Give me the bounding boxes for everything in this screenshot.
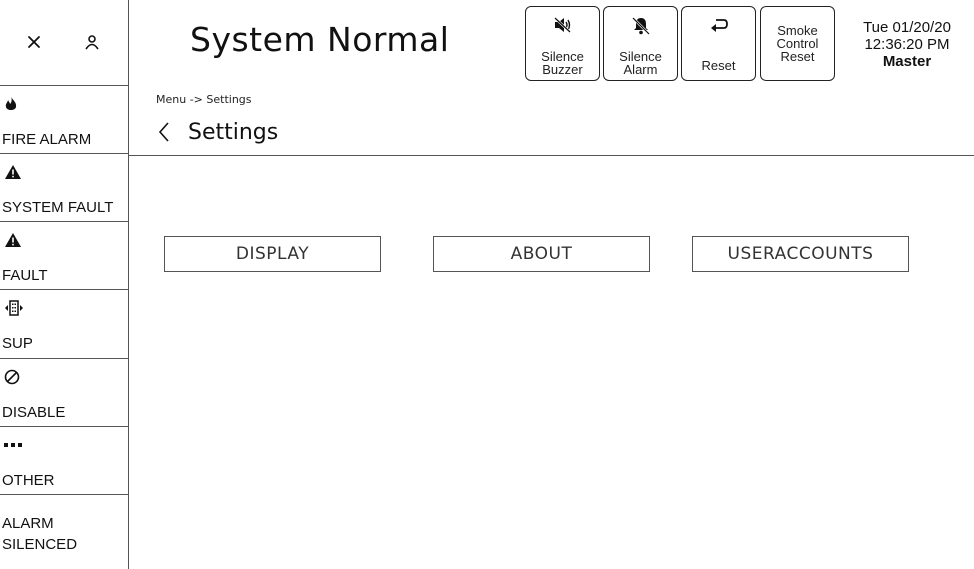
sidebar-item-label: FAULT: [2, 267, 48, 284]
sidebar-item-label: SYSTEM FAULT: [2, 199, 114, 216]
role-text: Master: [882, 53, 932, 70]
chevron-left-icon: [158, 121, 170, 147]
sidebar-item-label: ALARM SILENCED: [2, 515, 78, 553]
reset-button[interactable]: Reset: [681, 6, 756, 81]
sidebar-item-label: FIRE ALARM: [2, 131, 92, 148]
time-text: 12:36:20 PM: [864, 36, 950, 53]
user-icon[interactable]: [80, 30, 104, 54]
sidebar-item-fault[interactable]: FAULT: [0, 222, 129, 290]
smoke-control-reset-button[interactable]: Smoke Control Reset: [760, 6, 835, 81]
sidebar-item-fire-alarm[interactable]: FIRE ALARM: [0, 86, 129, 154]
sidebar-item-other[interactable]: OTHER: [0, 427, 129, 495]
sidebar-item-alarm-silenced[interactable]: ALARM SILENCED: [0, 495, 129, 569]
system-status-title: System Normal: [190, 20, 450, 59]
back-button[interactable]: [153, 121, 175, 147]
date-time-display: Tue 01/20/20 12:36:20 PM Master: [844, 19, 970, 70]
display-button[interactable]: DISPLAY: [164, 236, 381, 272]
sidebar: FIRE ALARM SYSTEM FAULT FAULT SUP DISABL…: [0, 86, 129, 569]
more-icon: [4, 435, 24, 455]
sidebar-item-sup[interactable]: SUP: [0, 290, 129, 359]
disable-icon: [4, 367, 24, 387]
speaker-muted-icon: [526, 17, 599, 33]
silence-buzzer-button[interactable]: Silence Buzzer: [525, 6, 600, 81]
sidebar-item-disable[interactable]: DISABLE: [0, 359, 129, 427]
flame-icon: [4, 94, 24, 114]
silence-buzzer-label: Silence Buzzer: [541, 49, 584, 77]
date-text: Tue 01/20/20: [863, 19, 951, 36]
warning-icon: [4, 230, 24, 250]
user-accounts-button[interactable]: USERACCOUNTS: [692, 236, 909, 272]
about-button[interactable]: ABOUT: [433, 236, 650, 272]
warning-icon: [4, 162, 24, 182]
page-title: Settings: [188, 120, 279, 145]
supervisory-icon: [4, 298, 24, 318]
silence-alarm-button[interactable]: Silence Alarm: [603, 6, 678, 81]
divider: [129, 155, 974, 156]
header-bar: System Normal Silence Buzzer Silence Ala…: [0, 0, 974, 87]
close-icon[interactable]: [22, 30, 46, 54]
sidebar-item-label: SUP: [2, 335, 33, 352]
breadcrumb: Menu -> Settings: [156, 93, 252, 106]
sidebar-item-label: DISABLE: [2, 404, 66, 421]
reset-label: Reset: [701, 58, 736, 73]
smoke-control-reset-label: Smoke Control Reset: [776, 23, 819, 64]
sidebar-item-label: OTHER: [2, 472, 55, 489]
top-left-controls: [0, 0, 129, 86]
silence-alarm-label: Silence Alarm: [619, 49, 662, 77]
return-arrow-icon: [682, 17, 755, 33]
bell-muted-icon: [604, 17, 677, 35]
sidebar-item-system-fault[interactable]: SYSTEM FAULT: [0, 154, 129, 222]
